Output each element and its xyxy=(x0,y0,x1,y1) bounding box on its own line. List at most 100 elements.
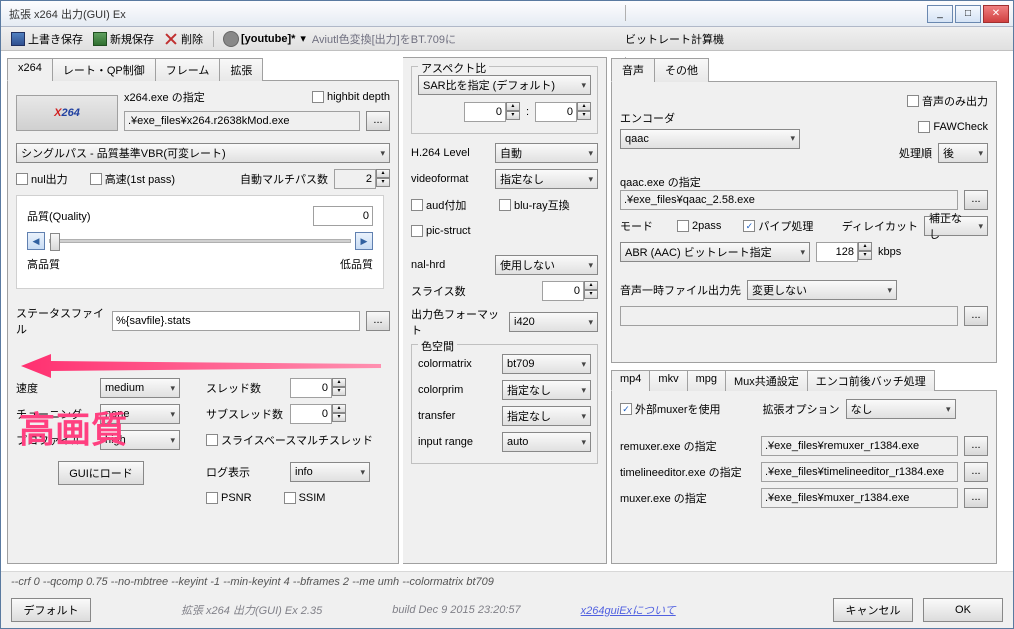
tuning-combo[interactable]: none xyxy=(100,404,180,424)
ext-muxer-checkbox[interactable]: ✓外部muxerを使用 xyxy=(620,401,721,417)
ok-button[interactable]: OK xyxy=(923,598,1003,622)
pipe-checkbox[interactable]: ✓パイプ処理 xyxy=(743,218,813,234)
qaac-exe-label: qaac.exe の指定 xyxy=(620,174,701,190)
inputrange-label: input range xyxy=(418,436,496,448)
log-combo[interactable]: info xyxy=(290,462,370,482)
stats-browse[interactable]: ... xyxy=(366,311,390,331)
toolbar-hint: Aviutl色変換[出力]をBT.709に xyxy=(312,31,456,47)
x264-exe-path[interactable] xyxy=(124,111,360,131)
profile-label: プロファイル xyxy=(16,432,94,448)
remuxer-path[interactable] xyxy=(761,436,958,456)
sar-w-spinner[interactable]: ▴▾ xyxy=(464,102,520,122)
tab-x264[interactable]: x264 xyxy=(7,58,53,81)
tab-mp4[interactable]: mp4 xyxy=(611,370,650,391)
transfer-combo[interactable]: 指定なし xyxy=(502,406,591,426)
audio-bitrate-spinner[interactable]: ▴▾ xyxy=(816,242,872,262)
speed-combo[interactable]: medium xyxy=(100,378,180,398)
new-save-button[interactable]: 新規保存 xyxy=(89,29,158,49)
cmdline-preview: --crf 0 --qcomp 0.75 --no-mbtree --keyin… xyxy=(1,571,1013,592)
nul-output-checkbox[interactable]: nul出力 xyxy=(16,171,68,187)
psnr-checkbox[interactable]: PSNR xyxy=(206,492,252,504)
about-link[interactable]: x264guiExについて xyxy=(581,602,676,618)
aud-checkbox[interactable]: aud付加 xyxy=(411,197,493,213)
quality-input[interactable] xyxy=(313,206,373,226)
sar-h-spinner[interactable]: ▴▾ xyxy=(535,102,591,122)
tab-mpg[interactable]: mpg xyxy=(687,370,726,391)
pass-mode-combo[interactable]: シングルパス - 品質基準VBR(可変レート) xyxy=(16,143,390,163)
auto-multipass-spinner[interactable]: ▴▾ xyxy=(334,169,390,189)
audio-mode-label: モード xyxy=(620,218,653,234)
audio-only-checkbox[interactable]: 音声のみ出力 xyxy=(907,93,988,109)
videoformat-combo[interactable]: 指定なし xyxy=(495,169,598,189)
subthreads-spinner[interactable]: ▴▾ xyxy=(290,404,346,424)
order-combo[interactable]: 後 xyxy=(938,143,988,163)
tempfile-path[interactable] xyxy=(620,306,958,326)
low-quality-label: 低品質 xyxy=(340,256,373,272)
videoformat-label: videoformat xyxy=(411,173,489,185)
qaac-exe-browse[interactable]: ... xyxy=(964,190,988,210)
ext-opt-label: 拡張オプション xyxy=(763,401,840,417)
stats-label: ステータスファイル xyxy=(16,305,106,337)
nalhrd-combo[interactable]: 使用しない xyxy=(495,255,598,275)
slice-spinner[interactable]: ▴▾ xyxy=(542,281,598,301)
twopass-checkbox[interactable]: 2pass xyxy=(677,220,721,232)
bitrate-calc-button[interactable]: ビットレート計算機 xyxy=(621,29,1007,49)
aspect-mode-combo[interactable]: SAR比を指定 (デフォルト) xyxy=(418,75,591,95)
sliced-mt-checkbox[interactable]: スライスベースマルチスレッド xyxy=(206,432,373,448)
ssim-checkbox[interactable]: SSIM xyxy=(284,492,326,504)
overwrite-save-button[interactable]: 上書き保存 xyxy=(7,29,87,49)
tempfile-browse[interactable]: ... xyxy=(964,306,988,326)
quality-inc-button[interactable]: ▶ xyxy=(355,232,373,250)
h264-level-label: H.264 Level xyxy=(411,147,489,159)
tempfile-label: 音声一時ファイル出力先 xyxy=(620,282,741,298)
outcolor-combo[interactable]: i420 xyxy=(509,312,598,332)
quality-slider[interactable] xyxy=(49,239,351,243)
tuning-label: チューニング xyxy=(16,406,94,422)
x264-exe-label: x264.exe の指定 xyxy=(124,89,205,105)
picstruct-checkbox[interactable]: pic-struct xyxy=(411,225,471,237)
muxer-path[interactable] xyxy=(761,488,958,508)
new-save-icon xyxy=(93,32,107,46)
stats-input[interactable] xyxy=(112,311,360,331)
h264-level-combo[interactable]: 自動 xyxy=(495,143,598,163)
delete-button[interactable]: 削除 xyxy=(160,29,207,49)
default-button[interactable]: デフォルト xyxy=(11,598,91,622)
threads-spinner[interactable]: ▴▾ xyxy=(290,378,346,398)
bluray-checkbox[interactable]: blu-ray互換 xyxy=(499,197,570,213)
colormatrix-combo[interactable]: bt709 xyxy=(502,354,591,374)
tab-rate-qp[interactable]: レート・QP制御 xyxy=(52,58,156,81)
quality-dec-button[interactable]: ◀ xyxy=(27,232,45,250)
delaycut-combo[interactable]: 補正なし xyxy=(924,216,988,236)
tab-audio[interactable]: 音声 xyxy=(611,58,655,82)
tab-mux-common[interactable]: Mux共通設定 xyxy=(725,370,808,391)
highbit-checkbox[interactable]: highbit depth xyxy=(312,91,390,103)
tab-mkv[interactable]: mkv xyxy=(649,370,687,391)
preset-dropdown[interactable]: [youtube]*▾ xyxy=(220,30,310,48)
x264-exe-browse[interactable]: ... xyxy=(366,111,390,131)
tempfile-combo[interactable]: 変更しない xyxy=(747,280,897,300)
fast-1stpass-checkbox[interactable]: 高速(1st pass) xyxy=(90,171,175,187)
audio-mode-combo[interactable]: ABR (AAC) ビットレート指定 xyxy=(620,242,810,262)
tleditor-path[interactable] xyxy=(761,462,958,482)
x264-logo: X264 xyxy=(16,95,118,131)
ext-opt-combo[interactable]: なし xyxy=(846,399,956,419)
tleditor-browse[interactable]: ... xyxy=(964,462,988,482)
bitrate-unit: kbps xyxy=(878,246,901,258)
tab-frame[interactable]: フレーム xyxy=(155,58,221,81)
gui-load-button[interactable]: GUIにロード xyxy=(58,461,144,485)
encoder-combo[interactable]: qaac xyxy=(620,129,800,149)
profile-combo[interactable]: high xyxy=(100,430,180,450)
fawcheck-checkbox[interactable]: FAWCheck xyxy=(918,121,988,133)
inputrange-combo[interactable]: auto xyxy=(502,432,591,452)
app-version: 拡張 x264 出力(GUI) Ex 2.35 xyxy=(181,602,322,618)
tab-other[interactable]: その他 xyxy=(654,58,709,82)
slice-label: スライス数 xyxy=(411,283,489,299)
tab-ext[interactable]: 拡張 xyxy=(219,58,263,81)
qaac-exe-path[interactable] xyxy=(620,190,958,210)
tab-batch[interactable]: エンコ前後バッチ処理 xyxy=(807,370,935,391)
muxer-browse[interactable]: ... xyxy=(964,488,988,508)
encoder-label: エンコーダ xyxy=(620,110,675,126)
cancel-button[interactable]: キャンセル xyxy=(833,598,913,622)
remuxer-browse[interactable]: ... xyxy=(964,436,988,456)
colorprim-combo[interactable]: 指定なし xyxy=(502,380,591,400)
